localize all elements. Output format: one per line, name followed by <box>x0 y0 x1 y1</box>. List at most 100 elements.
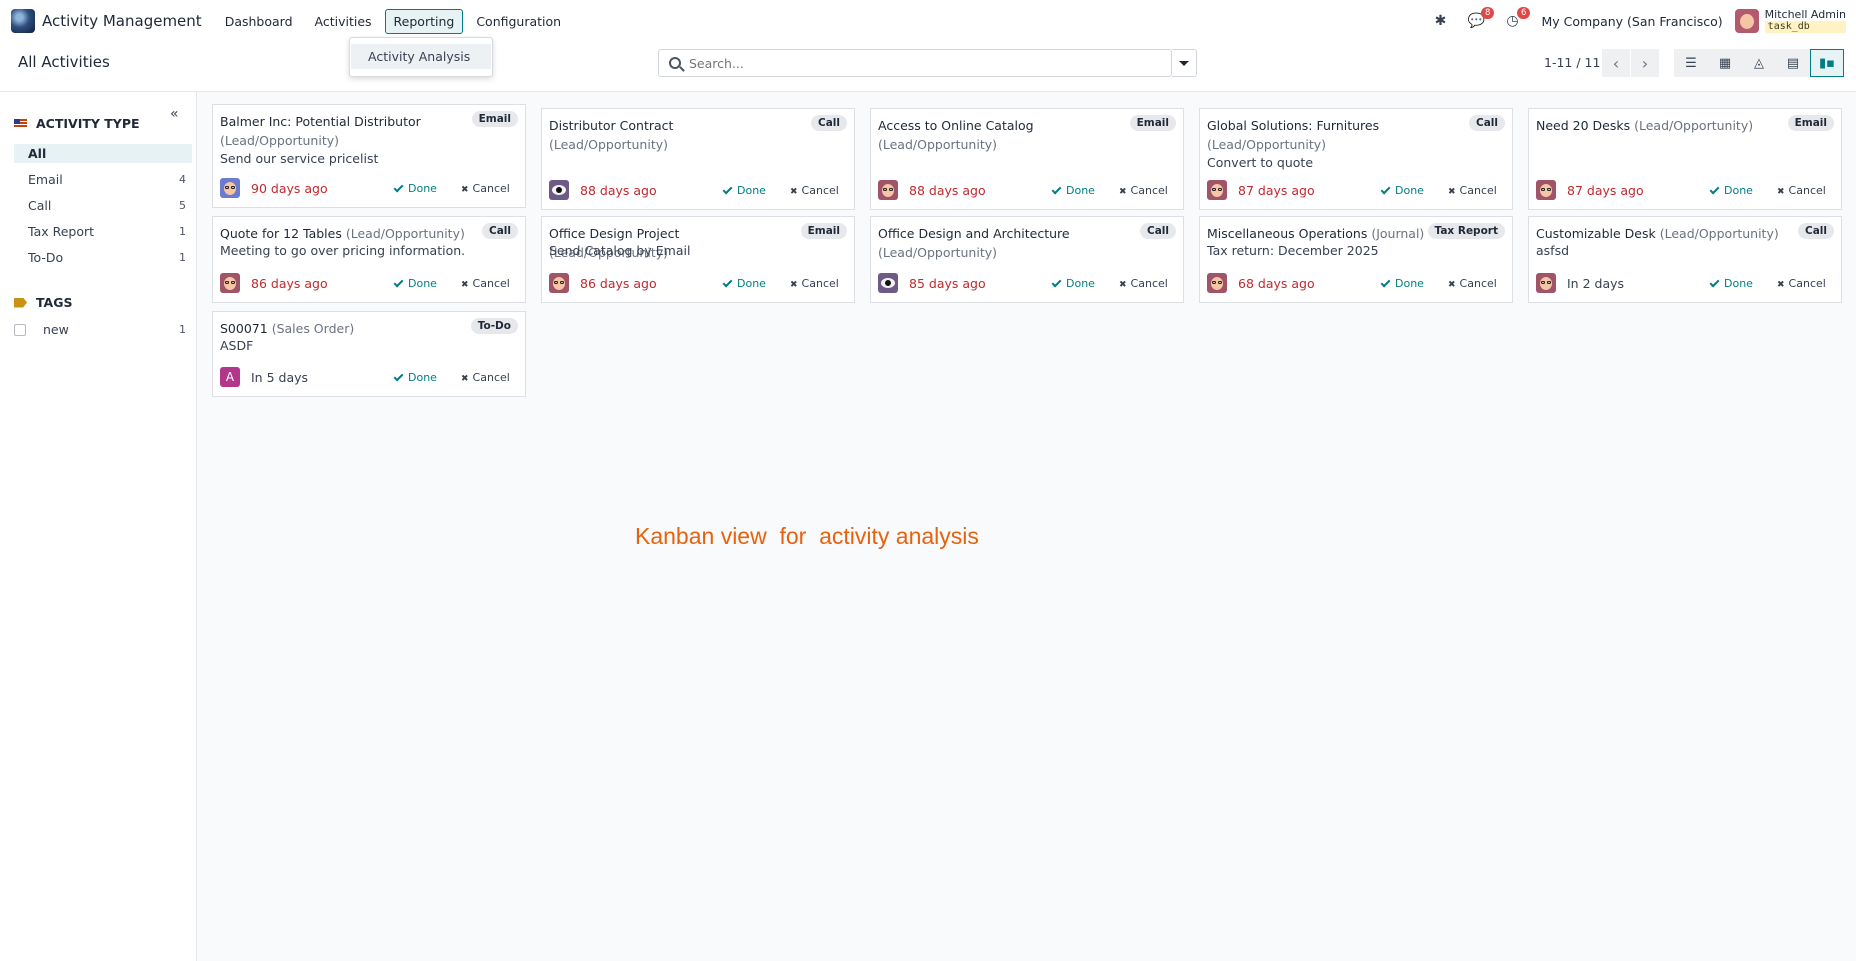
cancel-button[interactable]: ✖ Cancel <box>790 277 839 290</box>
cancel-button[interactable]: ✖ Cancel <box>1448 277 1497 290</box>
activity-summary: Convert to quote <box>1207 155 1314 170</box>
card-title: Quote for 12 Tables (Lead/Opportunity) <box>220 224 465 243</box>
kanban-icon: ▮▪ <box>1819 55 1835 71</box>
mark-done-button[interactable]: Done <box>1051 184 1095 197</box>
cancel-label: Cancel <box>1130 276 1168 290</box>
assignee-avatar[interactable] <box>878 273 898 293</box>
mark-done-button[interactable]: Done <box>722 276 766 290</box>
close-icon: ✖ <box>1777 186 1785 197</box>
menu-reporting[interactable]: Reporting <box>384 8 464 34</box>
assignee-avatar[interactable] <box>1536 180 1556 200</box>
assignee-avatar[interactable] <box>220 178 240 198</box>
clock-icon[interactable]: ◷ 6 <box>1501 7 1531 32</box>
cancel-button[interactable]: ✖ Cancel <box>1777 184 1826 197</box>
search-options-toggle[interactable] <box>1172 49 1197 77</box>
app-logo-icon[interactable] <box>11 9 35 33</box>
search-box[interactable] <box>658 49 1172 77</box>
due-date: In 2 days <box>1567 275 1625 291</box>
facet-all[interactable]: All <box>14 144 192 163</box>
activity-type-badge: Call <box>482 223 518 239</box>
bug-icon[interactable]: ✱ <box>1429 10 1451 32</box>
cancel-button[interactable]: ✖ Cancel <box>461 371 510 384</box>
tag-checkbox[interactable] <box>14 323 26 336</box>
mark-done-button[interactable]: Done <box>393 277 437 290</box>
mark-done-button[interactable]: Done <box>1380 277 1424 290</box>
pager-value[interactable]: 1-11 / 11 <box>1544 55 1600 70</box>
activity-card[interactable]: Access to Online Catalog (Lead/Opportuni… <box>870 108 1184 210</box>
card-footer: 87 days ago Done ✖ Cancel <box>1207 179 1505 201</box>
menu-dashboard[interactable]: Dashboard <box>216 9 302 34</box>
db-name: task_db <box>1764 21 1846 33</box>
done-label: Done <box>1066 276 1095 290</box>
pager-next-button[interactable]: › <box>1631 49 1659 77</box>
activity-card[interactable]: Office Design and Architecture (Lead/Opp… <box>870 216 1184 303</box>
tag-filter-new[interactable]: new 1 <box>14 320 192 339</box>
activity-card[interactable]: Miscellaneous Operations (Journal) Tax Re… <box>1199 216 1513 303</box>
cancel-button[interactable]: ✖ Cancel <box>461 182 510 195</box>
close-icon: ✖ <box>1119 186 1127 197</box>
reporting-dropdown: Activity Analysis <box>349 37 493 77</box>
assignee-avatar[interactable] <box>1536 273 1556 293</box>
mark-done-button[interactable]: Done <box>1051 276 1095 290</box>
activity-card[interactable]: Need 20 Desks (Lead/Opportunity) Email 87 … <box>1528 108 1842 210</box>
activity-card[interactable]: Office Design Project (Lead/Opportunity)… <box>541 216 855 303</box>
record-model: (Journal) <box>1371 226 1425 241</box>
close-icon: ✖ <box>790 186 798 197</box>
card-footer: 90 days ago Done ✖ Cancel <box>220 177 518 199</box>
check-icon <box>1709 277 1720 287</box>
graph-view-button[interactable]: ◬ <box>1742 49 1776 77</box>
pager-previous-button[interactable]: ‹ <box>1602 49 1630 77</box>
cancel-button[interactable]: ✖ Cancel <box>1119 184 1168 197</box>
mark-done-button[interactable]: Done <box>1380 184 1424 197</box>
collapse-panel-icon[interactable]: « <box>170 106 179 122</box>
activity-card[interactable]: Balmer Inc: Potential Distributor (Lead/… <box>212 104 526 208</box>
activity-card[interactable]: Global Solutions: Furnitures (Lead/Oppor… <box>1199 108 1513 210</box>
activity-card[interactable]: Customizable Desk (Lead/Opportunity) Call… <box>1528 216 1842 303</box>
assignee-avatar[interactable] <box>1207 273 1227 293</box>
table-icon: ▦ <box>1718 55 1732 71</box>
app-name[interactable]: Activity Management <box>42 12 202 30</box>
kanban-view-button[interactable]: ▮▪ <box>1810 49 1844 77</box>
assignee-avatar[interactable] <box>549 273 569 293</box>
facet-email[interactable]: Email 4 <box>14 170 192 189</box>
mark-done-button[interactable]: Done <box>393 371 437 384</box>
card-title: Distributor Contract (Lead/Opportunity) <box>549 116 794 154</box>
done-label: Done <box>737 276 766 290</box>
assignee-avatar[interactable]: A <box>220 367 240 387</box>
cancel-button[interactable]: ✖ Cancel <box>790 184 839 197</box>
calendar-icon: ▤ <box>1786 55 1800 71</box>
user-avatar[interactable] <box>1734 9 1759 33</box>
cancel-button[interactable]: ✖ Cancel <box>461 277 510 290</box>
menu-activities[interactable]: Activities <box>306 9 381 34</box>
facet-to-do[interactable]: To-Do 1 <box>14 248 192 267</box>
cancel-button[interactable]: ✖ Cancel <box>1448 184 1497 197</box>
assignee-avatar[interactable] <box>878 180 898 200</box>
mark-done-button[interactable]: Done <box>393 182 437 195</box>
user-menu[interactable]: Mitchell Admin task_db <box>1764 9 1846 33</box>
facet-tax-report[interactable]: Tax Report 1 <box>14 222 192 241</box>
activity-type-badge: Email <box>471 111 518 127</box>
pivot-view-button[interactable]: ▦ <box>1708 49 1742 77</box>
close-icon: ✖ <box>1119 279 1127 290</box>
activity-card[interactable]: S00071 (Sales Order) To-Do ASDF A In 5 days D… <box>212 311 526 397</box>
activity-card[interactable]: Quote for 12 Tables (Lead/Opportunity) Ca… <box>212 216 526 303</box>
mark-done-button[interactable]: Done <box>1709 277 1753 290</box>
assignee-avatar[interactable] <box>1207 180 1227 200</box>
activity-card[interactable]: Distributor Contract (Lead/Opportunity) C… <box>541 108 855 210</box>
chat-icon[interactable]: 💬 8 <box>1465 7 1495 32</box>
done-label: Done <box>1724 183 1753 197</box>
facet-call[interactable]: Call 5 <box>14 196 192 215</box>
assignee-avatar[interactable] <box>549 180 569 200</box>
list-view-button[interactable]: ☰ <box>1674 49 1708 77</box>
cancel-button[interactable]: ✖ Cancel <box>1777 277 1826 290</box>
menu-configuration[interactable]: Configuration <box>467 9 570 34</box>
activity-type-badge: Tax Report <box>1427 223 1505 239</box>
mark-done-button[interactable]: Done <box>722 184 766 197</box>
cancel-button[interactable]: ✖ Cancel <box>1119 277 1168 290</box>
assignee-avatar[interactable] <box>220 273 240 293</box>
menu-activity-analysis[interactable]: Activity Analysis <box>351 44 491 69</box>
mark-done-button[interactable]: Done <box>1709 183 1753 197</box>
calendar-view-button[interactable]: ▤ <box>1776 49 1810 77</box>
company-switcher[interactable]: My Company (San Francisco) <box>1541 14 1722 29</box>
search-input[interactable] <box>689 55 1149 71</box>
